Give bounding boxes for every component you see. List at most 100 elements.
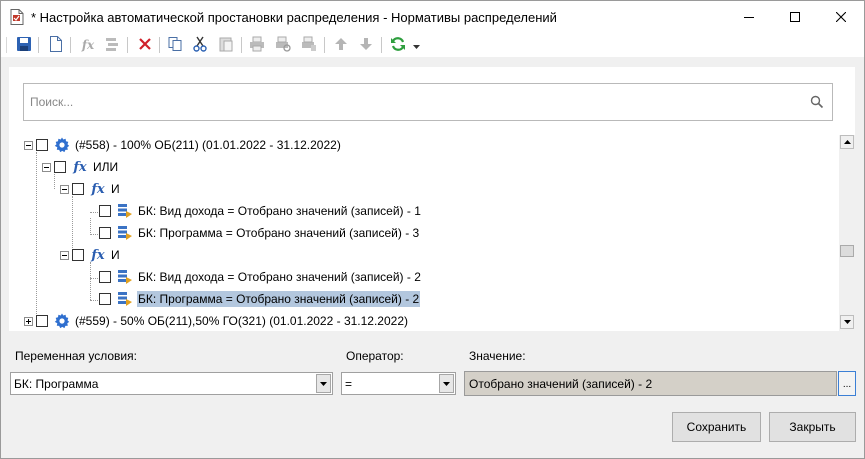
operator-select-value: = — [345, 377, 353, 391]
arrow-down-icon — [359, 37, 373, 54]
toolbar-grip — [6, 37, 7, 53]
tree-row[interactable]: БК: Программа = Отобрано значений (запис… — [99, 223, 420, 243]
formula-toolbar-button[interactable]: fx — [78, 35, 98, 55]
row-checkbox[interactable] — [36, 315, 48, 327]
formula-icon: fx — [91, 247, 105, 263]
operator-dropdown-button[interactable] — [439, 374, 454, 393]
search-box[interactable] — [23, 83, 833, 121]
tree-item-label: БК: Вид дохода = Отобрано значений (запи… — [138, 204, 421, 218]
value-browse-button[interactable]: ... — [838, 371, 856, 396]
new-toolbar-button[interactable] — [46, 35, 66, 55]
tree-scrollbar[interactable] — [839, 135, 855, 331]
tree-row[interactable]: БК: Вид дохода = Отобрано значений (запи… — [99, 267, 422, 287]
export-icon — [301, 36, 317, 55]
tree-item-label: БК: Программа = Отобрано значений (запис… — [137, 291, 421, 307]
tree-row[interactable]: (#559) - 50% ОБ(211),50% ГО(321) (01.01.… — [24, 311, 409, 331]
tree-item-label: (#558) - 100% ОБ(211) (01.01.2022 - 31.1… — [75, 138, 341, 152]
save-icon — [16, 36, 32, 55]
row-checkbox[interactable] — [99, 271, 111, 283]
value-field: Отобрано значений (записей) - 2 — [464, 371, 837, 396]
print-preview-toolbar-button[interactable] — [273, 35, 293, 55]
condition-toolbar-button[interactable] — [102, 35, 122, 55]
toolbar-separator — [324, 37, 325, 53]
tree-connector — [36, 152, 37, 322]
window-title: * Настройка автоматической простановки р… — [31, 10, 557, 25]
gear-icon — [54, 313, 70, 329]
scroll-thumb[interactable] — [840, 245, 854, 257]
search-icon[interactable] — [810, 95, 824, 109]
cut-icon — [192, 36, 208, 55]
close-button[interactable]: Закрыть — [769, 412, 856, 442]
new-document-icon — [49, 35, 63, 55]
title-bar: * Настройка автоматической простановки р… — [1, 1, 864, 33]
toolbar-separator — [159, 37, 160, 53]
scroll-down-button[interactable] — [840, 315, 854, 329]
print-toolbar-button[interactable] — [247, 35, 267, 55]
operator-select[interactable]: = — [341, 372, 456, 395]
collapse-icon[interactable] — [24, 140, 33, 150]
toolbar-separator — [38, 37, 39, 53]
cut-toolbar-button[interactable] — [190, 35, 210, 55]
value-field-text: Отобрано значений (записей) - 2 — [469, 377, 653, 391]
tree-connector — [90, 262, 91, 300]
variable-select[interactable]: БК: Программа — [10, 372, 333, 395]
search-input[interactable] — [28, 94, 788, 110]
tree-row[interactable]: fx И — [60, 179, 121, 199]
paste-toolbar-button[interactable] — [216, 35, 236, 55]
condition-icon — [117, 225, 133, 241]
row-checkbox[interactable] — [54, 161, 66, 173]
save-button[interactable]: Сохранить — [672, 412, 761, 442]
formula-icon: fx — [91, 181, 105, 197]
row-checkbox[interactable] — [99, 227, 111, 239]
refresh-icon — [390, 36, 406, 55]
refresh-dropdown-button[interactable] — [410, 35, 422, 55]
row-checkbox[interactable] — [36, 139, 48, 151]
move-up-toolbar-button[interactable] — [331, 35, 351, 55]
tree-item-label: БК: Вид дохода = Отобрано значений (запи… — [138, 270, 421, 284]
delete-icon — [139, 37, 151, 53]
row-checkbox[interactable] — [72, 183, 84, 195]
paste-icon — [218, 36, 234, 55]
toolbar-separator — [127, 37, 128, 53]
dialog-window: * Настройка автоматической простановки р… — [0, 0, 865, 459]
delete-toolbar-button[interactable] — [135, 35, 155, 55]
toolbar-separator — [381, 37, 382, 53]
tree-row[interactable]: fx И — [60, 245, 121, 265]
variable-dropdown-button[interactable] — [316, 374, 331, 393]
collapse-icon[interactable] — [60, 184, 69, 194]
refresh-toolbar-button[interactable] — [388, 35, 408, 55]
row-checkbox[interactable] — [99, 293, 111, 305]
expand-icon[interactable] — [24, 316, 33, 326]
row-checkbox[interactable] — [72, 249, 84, 261]
save-toolbar-button[interactable] — [14, 35, 34, 55]
variable-select-value: БК: Программа — [14, 377, 99, 391]
tree-row-selected[interactable]: БК: Программа = Отобрано значений (запис… — [99, 289, 421, 309]
copy-toolbar-button[interactable] — [165, 35, 185, 55]
tree-row[interactable]: fx ИЛИ — [42, 157, 119, 177]
operator-label: Оператор: — [346, 349, 404, 363]
conditions-tree: (#558) - 100% ОБ(211) (01.01.2022 - 31.1… — [9, 135, 837, 331]
tree-item-label: БК: Программа = Отобрано значений (запис… — [138, 226, 420, 240]
minimize-button[interactable] — [726, 1, 772, 33]
formula-icon: fx — [81, 38, 95, 52]
gear-icon — [54, 137, 70, 153]
copy-icon — [167, 36, 183, 55]
triangle-down-icon — [843, 320, 851, 324]
scroll-up-button[interactable] — [840, 135, 854, 149]
export-toolbar-button[interactable] — [299, 35, 319, 55]
chevron-down-icon — [320, 381, 327, 386]
collapse-icon[interactable] — [60, 250, 69, 260]
collapse-icon[interactable] — [42, 162, 51, 172]
tree-row[interactable]: БК: Вид дохода = Отобрано значений (запи… — [99, 201, 422, 221]
maximize-button[interactable] — [772, 1, 818, 33]
condition-icon — [117, 291, 133, 307]
tree-row[interactable]: (#558) - 100% ОБ(211) (01.01.2022 - 31.1… — [24, 135, 342, 155]
close-window-button[interactable] — [818, 1, 864, 33]
chevron-down-icon — [443, 381, 450, 386]
value-label: Значение: — [469, 349, 526, 363]
condition-icon — [117, 269, 133, 285]
row-checkbox[interactable] — [99, 205, 111, 217]
toolbar: fx — [1, 33, 864, 57]
move-down-toolbar-button[interactable] — [356, 35, 376, 55]
tree-connector — [90, 218, 91, 235]
